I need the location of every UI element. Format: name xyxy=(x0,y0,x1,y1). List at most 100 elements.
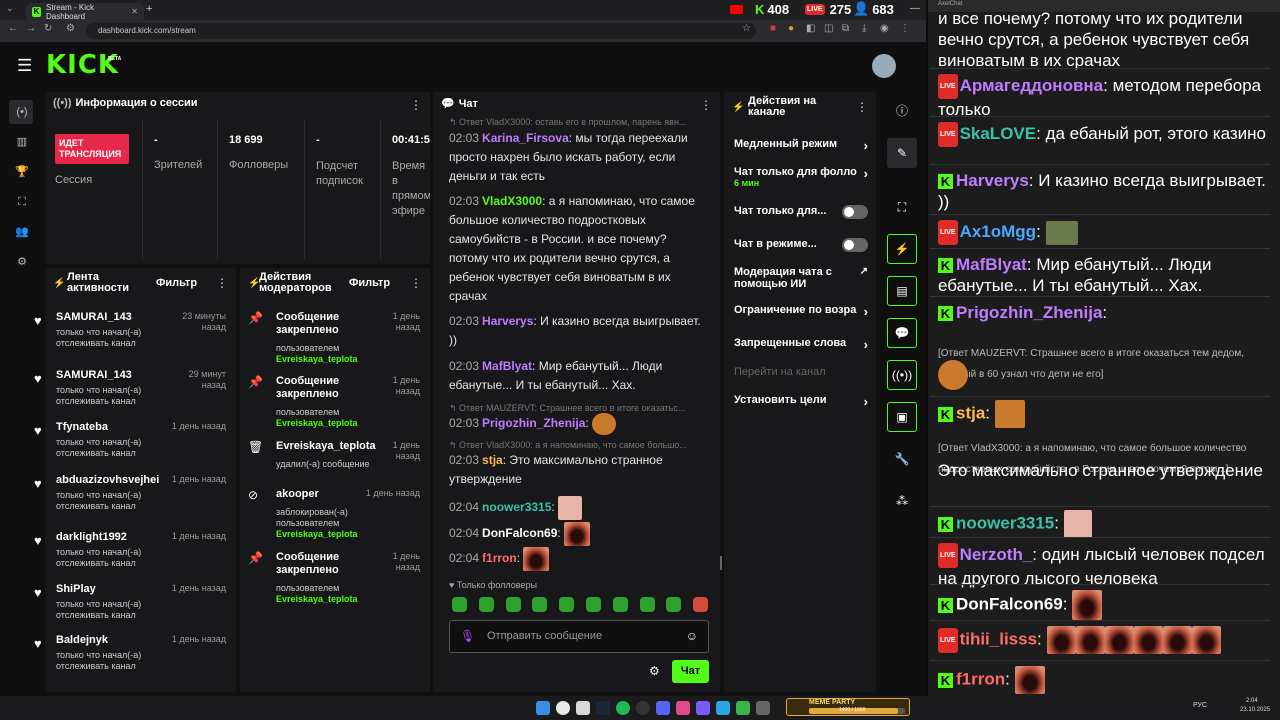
channel-actions-options-icon[interactable]: ⋮ xyxy=(856,100,868,114)
quick-emote-icon[interactable] xyxy=(478,597,494,612)
channel-action-item[interactable]: Установить цели › xyxy=(734,394,868,409)
chat-settings-gear-icon[interactable]: ⚙ xyxy=(649,664,660,678)
clock-date[interactable]: 23.10.2025 xyxy=(1240,707,1270,713)
message-username[interactable]: VladX3000 xyxy=(482,194,542,208)
user-avatar[interactable] xyxy=(872,54,896,78)
edit-pencil-icon[interactable]: ✎ xyxy=(887,138,917,168)
message-username[interactable]: f1rron xyxy=(482,551,517,565)
meme-party-widget[interactable]: MEME PARTY 1400 / 1500 xyxy=(786,698,910,716)
extension-icon[interactable]: ◫ xyxy=(824,23,833,34)
stream-icon[interactable]: (•) xyxy=(10,101,34,123)
session-options-icon[interactable]: ⋮ xyxy=(410,98,422,112)
keyboard-language[interactable]: РУС xyxy=(1193,702,1207,709)
steam-icon[interactable] xyxy=(596,701,610,715)
message-username[interactable]: noower3315 xyxy=(482,500,551,514)
discord-icon[interactable] xyxy=(656,701,670,715)
mod-action-user[interactable]: Evreiskaya_teplota xyxy=(276,418,424,428)
quick-emote-icon[interactable] xyxy=(693,597,709,612)
mod-action-user[interactable]: Evreiskaya_teplota xyxy=(276,354,424,364)
users-icon[interactable]: 👥 xyxy=(10,221,34,243)
quick-emote-icon[interactable] xyxy=(666,597,682,612)
channel-action-item[interactable]: Чат только для фолло 6 мин › xyxy=(734,166,868,188)
browser-menu-icon[interactable]: ⋮ xyxy=(900,23,910,34)
app-icon[interactable] xyxy=(576,701,590,715)
windows-start-icon[interactable] xyxy=(536,701,550,715)
back-icon[interactable]: ← xyxy=(8,23,18,34)
microphone-icon[interactable]: 🎙 xyxy=(460,629,475,643)
obs-icon[interactable] xyxy=(636,701,650,715)
quick-emote-icon[interactable] xyxy=(559,597,575,612)
emoji-picker-icon[interactable]: ☺ xyxy=(686,629,698,643)
quick-emote-icon[interactable] xyxy=(586,597,601,612)
scan-icon[interactable]: ⛶ xyxy=(10,191,34,213)
new-tab-button[interactable]: + xyxy=(146,3,152,15)
extensions-puzzle-icon[interactable]: ⧉ xyxy=(842,23,849,34)
app-icon[interactable] xyxy=(756,701,770,715)
channel-action-item[interactable]: Чат только для... xyxy=(734,205,868,219)
forward-icon[interactable]: → xyxy=(26,23,36,34)
bookmark-star-icon[interactable]: ☆ xyxy=(742,23,751,34)
close-tab-icon[interactable]: ✕ xyxy=(131,7,138,16)
app-icon[interactable] xyxy=(736,701,750,715)
extension-icon[interactable]: ◧ xyxy=(806,23,815,34)
wrench-icon[interactable]: 🔧 xyxy=(887,446,917,472)
chat-scrollbar[interactable] xyxy=(720,556,722,570)
site-info-icon[interactable]: ⚙ xyxy=(66,23,75,34)
trophy-icon[interactable]: 🏆 xyxy=(10,161,34,183)
channel-action-item[interactable]: Запрещенные слова › xyxy=(734,337,868,352)
channel-action-item[interactable]: Ограничение по возра › xyxy=(734,304,868,319)
toggle-switch[interactable] xyxy=(842,238,868,252)
quick-emote-icon[interactable] xyxy=(532,597,548,612)
extension-icon[interactable]: ● xyxy=(788,23,794,34)
mod-action-user[interactable]: Evreiskaya_teplota xyxy=(276,594,424,604)
mod-filter-button[interactable]: Фильтр xyxy=(349,277,390,289)
telegram-icon[interactable] xyxy=(716,701,730,715)
quick-emote-icon[interactable] xyxy=(639,597,655,612)
quick-emote-icon[interactable] xyxy=(452,597,467,612)
video-layout-icon[interactable]: ▣ xyxy=(887,402,917,432)
quick-emote-icon[interactable] xyxy=(612,597,628,612)
lightning-action-icon[interactable]: ⚡ xyxy=(887,234,917,264)
message-username[interactable]: DonFalcon69 xyxy=(482,526,557,540)
minimize-button[interactable]: — xyxy=(910,3,920,14)
chat-input[interactable]: 🎙 Отправить сообщение ☺ xyxy=(449,620,709,653)
message-username[interactable]: Karina_Firsova xyxy=(482,131,569,145)
message-username[interactable]: Harverys xyxy=(482,314,533,328)
broadcast-icon[interactable]: ((•)) xyxy=(887,360,917,390)
send-chat-button[interactable]: Чат xyxy=(672,660,709,683)
channel-action-item[interactable]: Чат в режиме... xyxy=(734,238,868,252)
info-icon[interactable]: ⓘ xyxy=(887,98,917,124)
apps-dots-icon[interactable]: ⁂ xyxy=(887,488,917,514)
activity-filter-button[interactable]: Фильтр xyxy=(156,277,197,289)
toggle-switch[interactable] xyxy=(842,205,868,219)
download-icon[interactable]: ⤓ xyxy=(862,23,866,34)
extension-icon[interactable]: ■ xyxy=(770,23,776,34)
scan-frame-icon[interactable]: ⛶ xyxy=(887,194,917,220)
settings-gear-icon[interactable]: ⚙ xyxy=(10,251,34,273)
document-icon[interactable]: ▤ xyxy=(887,276,917,306)
reload-icon[interactable]: ↻ xyxy=(44,23,52,34)
tab-search-icon[interactable]: ⌄ xyxy=(6,3,14,14)
quick-emote-icon[interactable] xyxy=(505,597,521,612)
profile-icon[interactable]: ◉ xyxy=(880,23,889,34)
hamburger-menu-icon[interactable]: ☰ xyxy=(17,56,32,76)
kick-logo[interactable]: KICK xyxy=(46,50,119,80)
channel-action-item[interactable]: Медленный режим › xyxy=(734,138,868,153)
chat-action-icon[interactable]: 💬 xyxy=(887,318,917,348)
app-icon[interactable] xyxy=(676,701,690,715)
spotify-icon[interactable] xyxy=(616,701,630,715)
activity-options-icon[interactable]: ⋮ xyxy=(216,276,228,290)
chrome-icon[interactable] xyxy=(556,701,570,715)
message-username[interactable]: stja xyxy=(482,453,503,467)
clock-time[interactable]: 2:04 xyxy=(1246,698,1258,704)
chat-options-icon[interactable]: ⋮ xyxy=(700,98,712,112)
mod-options-icon[interactable]: ⋮ xyxy=(410,276,422,290)
analytics-icon[interactable]: ▥ xyxy=(10,131,34,153)
channel-action-item[interactable]: Модерация чата с помощью ИИ ↗ xyxy=(734,266,868,290)
message-username[interactable]: MafBlyat xyxy=(482,359,532,373)
tab-kick-dashboard[interactable]: K Stream - Kick Dashboard ✕ xyxy=(26,3,144,21)
message-username[interactable]: Prigozhin_Zhenija xyxy=(482,416,585,430)
mod-action-user[interactable]: Evreiskaya_teplota xyxy=(276,529,424,539)
app-icon[interactable] xyxy=(696,701,710,715)
url-input[interactable]: dashboard.kick.com/stream xyxy=(86,23,756,39)
